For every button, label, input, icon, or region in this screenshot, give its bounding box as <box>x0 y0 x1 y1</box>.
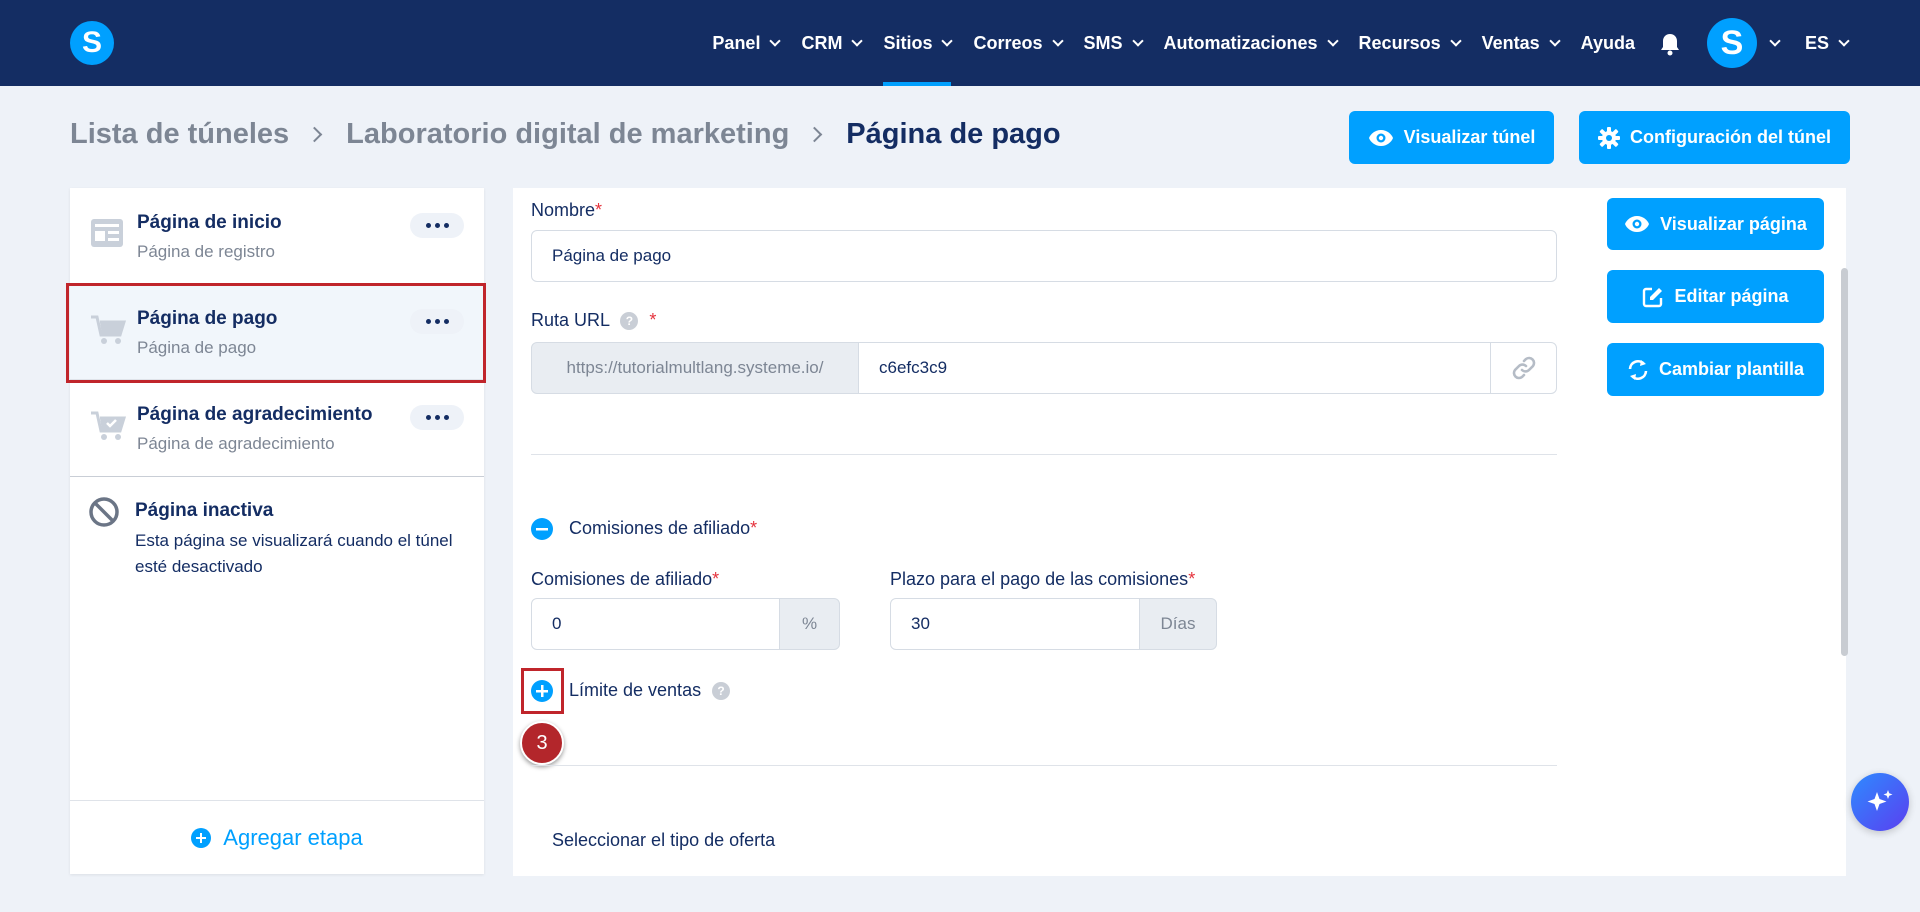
affiliate-commissions-toggle[interactable]: Comisiones de afiliado* <box>569 518 757 539</box>
step-marker-badge: 3 <box>520 721 564 765</box>
divider <box>70 476 484 477</box>
more-options-button[interactable] <box>410 405 464 430</box>
step-title: Página de inicio <box>137 212 282 233</box>
breadcrumb-funnel[interactable]: Laboratorio digital de marketing <box>346 118 789 151</box>
gear-icon <box>1598 126 1620 149</box>
name-label: Nombre* <box>531 200 603 220</box>
nav-item-panel[interactable]: Panel <box>712 0 782 86</box>
chevron-down-icon <box>1051 34 1064 47</box>
step-item[interactable]: Página de inicio Página de registro <box>70 188 484 284</box>
edit-icon <box>1643 287 1663 307</box>
payment-delay-input[interactable]: 30 <box>890 598 1140 650</box>
refresh-icon <box>1628 359 1648 380</box>
nav-menu: Panel CRM Sitios Correos SMS Automatizac… <box>690 0 1920 86</box>
inactive-page-description: Esta página se visualizará cuando el tún… <box>135 531 453 576</box>
chevron-down-icon <box>1548 34 1561 47</box>
percent-addon: % <box>779 598 840 650</box>
step-item[interactable]: Página de pago Página de pago <box>70 284 484 380</box>
nav-item-sms[interactable]: SMS <box>1084 0 1144 86</box>
link-icon <box>1512 356 1535 380</box>
sales-limit-toggle[interactable]: Límite de ventas ? <box>569 680 731 701</box>
nav-item-crm[interactable]: CRM <box>801 0 864 86</box>
payment-delay-label: Plazo para el pago de las comisiones* <box>890 569 1196 589</box>
edit-page-button[interactable]: Editar página <box>1607 270 1824 323</box>
breadcrumb-current: Página de pago <box>846 118 1061 150</box>
step-subtitle: Página de agradecimiento <box>137 434 335 453</box>
link-button[interactable] <box>1490 342 1557 394</box>
chevron-down-icon <box>769 34 782 47</box>
language-selector[interactable]: ES <box>1805 0 1850 86</box>
preview-page-button[interactable]: Visualizar página <box>1607 198 1824 250</box>
chevron-down-icon <box>941 34 954 47</box>
step-subtitle: Página de pago <box>137 338 257 357</box>
chevron-down-icon[interactable] <box>1769 34 1781 47</box>
step-subtitle: Página de registro <box>137 242 275 261</box>
nav-item-ayuda[interactable]: Ayuda <box>1581 0 1635 86</box>
step-item[interactable]: Página de agradecimiento Página de agrad… <box>70 380 484 476</box>
commissions-label: Comisiones de afiliado* <box>531 569 720 589</box>
cart-check-icon <box>91 411 126 440</box>
chevron-right-icon <box>306 126 323 143</box>
scrollbar[interactable] <box>1841 268 1848 656</box>
more-options-button[interactable] <box>410 309 464 334</box>
funnel-steps-panel: Página de inicio Página de registro Pági… <box>70 188 484 874</box>
nav-item-ventas[interactable]: Ventas <box>1482 0 1561 86</box>
preview-funnel-button[interactable]: Visualizar túnel <box>1349 111 1554 164</box>
name-input[interactable]: Página de pago <box>531 230 1557 282</box>
ban-icon <box>89 497 119 527</box>
sparkle-icon <box>1867 790 1893 811</box>
cart-icon <box>91 315 126 344</box>
chevron-down-icon <box>1838 34 1850 47</box>
minus-circle-icon[interactable] <box>531 518 553 540</box>
change-template-button[interactable]: Cambiar plantilla <box>1607 343 1824 396</box>
more-options-button[interactable] <box>410 213 464 238</box>
help-icon: ? <box>712 682 731 701</box>
days-addon: Días <box>1139 598 1217 650</box>
commissions-input[interactable]: 0 <box>531 598 780 650</box>
nav-item-correos[interactable]: Correos <box>973 0 1064 86</box>
url-prefix: https://tutorialmultlang.systeme.io/ <box>531 342 859 394</box>
breadcrumb-funnel-list[interactable]: Lista de túneles <box>70 118 289 151</box>
plus-circle-icon <box>191 827 212 848</box>
add-step-button[interactable]: Agregar etapa <box>70 800 484 874</box>
chevron-down-icon <box>1326 34 1339 47</box>
top-navbar: S Panel CRM Sitios Correos SMS Automatiz… <box>0 0 1920 86</box>
chevron-right-icon <box>807 126 823 143</box>
breadcrumb: Lista de túneles Laboratorio digital de … <box>70 118 1061 151</box>
nav-item-recursos[interactable]: Recursos <box>1359 0 1462 86</box>
user-avatar[interactable]: S <box>1706 18 1757 68</box>
offer-type-label: Seleccionar el tipo de oferta <box>552 830 776 850</box>
help-icon: ? <box>620 312 639 331</box>
section-divider <box>531 454 1557 455</box>
chevron-down-icon <box>851 34 864 47</box>
ai-assistant-button[interactable] <box>1851 773 1909 831</box>
chevron-down-icon <box>1449 34 1462 47</box>
funnel-settings-button[interactable]: Configuración del túnel <box>1579 111 1850 164</box>
eye-icon <box>1625 216 1650 232</box>
nav-item-sitios[interactable]: Sitios <box>883 0 954 86</box>
chevron-down-icon <box>1131 34 1144 47</box>
inactive-page-title[interactable]: Página inactiva <box>135 500 273 522</box>
eye-icon <box>1368 129 1393 146</box>
step-title: Página de pago <box>137 308 278 329</box>
landing-page-icon <box>91 219 123 247</box>
url-label: Ruta URL ? * <box>531 310 657 331</box>
section-divider <box>531 765 1557 766</box>
bell-icon[interactable] <box>1659 32 1681 56</box>
systeme-logo[interactable]: S <box>70 21 114 65</box>
sales-limit-highlight <box>521 668 564 714</box>
nav-item-automatizaciones[interactable]: Automatizaciones <box>1164 0 1339 86</box>
step-title: Página de agradecimiento <box>137 404 373 425</box>
url-path-input[interactable]: c6efc3c9 <box>858 342 1491 394</box>
